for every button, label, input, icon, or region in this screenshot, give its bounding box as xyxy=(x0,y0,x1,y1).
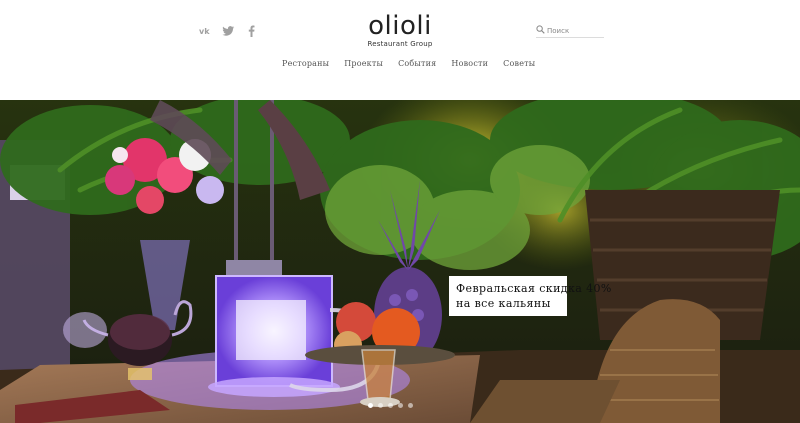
vk-icon[interactable]: vk xyxy=(199,25,212,37)
logo-title: olioli xyxy=(368,11,432,41)
svg-text:vk: vk xyxy=(199,27,210,36)
search-input[interactable] xyxy=(547,24,603,37)
slider-dot-4[interactable] xyxy=(398,403,403,408)
hero-image xyxy=(0,100,800,423)
slider-dot-2[interactable] xyxy=(378,403,383,408)
slider-dot-1[interactable] xyxy=(368,403,373,408)
slider-dot-3[interactable] xyxy=(388,403,393,408)
logo-subtitle: Restaurant Group xyxy=(367,40,433,48)
site-logo[interactable]: olioli Restaurant Group xyxy=(360,12,440,48)
nav-item-news[interactable]: Новости xyxy=(451,59,488,68)
slider-dot-5[interactable] xyxy=(408,403,413,408)
facebook-icon[interactable] xyxy=(245,25,258,37)
social-links: vk xyxy=(199,25,258,37)
twitter-icon[interactable] xyxy=(222,25,235,37)
nav-item-restaurants[interactable]: Рестораны xyxy=(282,59,329,68)
nav-item-projects[interactable]: Проекты xyxy=(344,59,383,68)
hero-slider[interactable]: Февральская скидка 40% на все кальяны xyxy=(0,100,800,423)
main-nav: Рестораны Проекты События Новости Советы xyxy=(282,59,535,68)
search-box xyxy=(536,24,604,38)
promo-line-1: Февральская скидка 40% xyxy=(456,282,612,295)
nav-item-tips[interactable]: Советы xyxy=(503,59,535,68)
search-icon[interactable] xyxy=(536,25,545,34)
slider-pagination xyxy=(368,403,413,408)
site-header: vk olioli Restaurant Group Рестораны Про… xyxy=(0,0,800,100)
promo-line-2: на все кальяны xyxy=(456,297,551,310)
nav-item-events[interactable]: События xyxy=(398,59,436,68)
promo-banner[interactable]: Февральская скидка 40% на все кальяны xyxy=(449,276,612,316)
